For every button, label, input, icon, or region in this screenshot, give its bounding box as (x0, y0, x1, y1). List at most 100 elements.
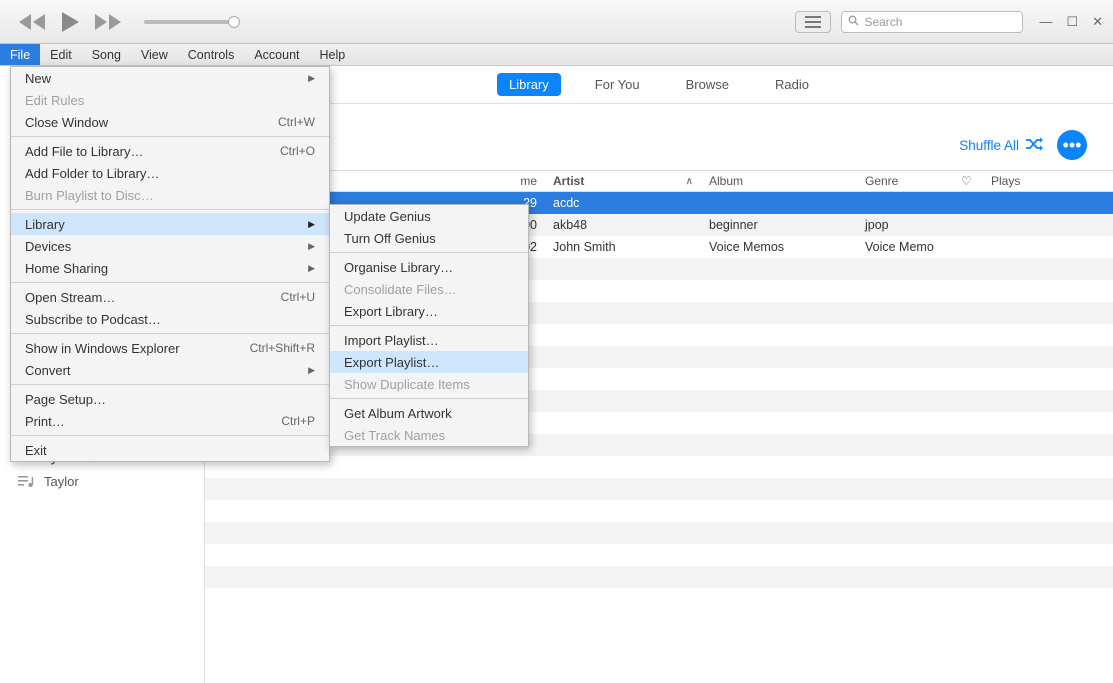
previous-track-icon[interactable] (18, 13, 46, 31)
menu-item-import-playlist[interactable]: Import Playlist… (330, 329, 528, 351)
tab-library[interactable]: Library (497, 73, 561, 96)
tab-browse[interactable]: Browse (674, 73, 741, 96)
menu-account[interactable]: Account (244, 44, 309, 65)
menubar: FileEditSongViewControlsAccountHelp (0, 44, 1113, 66)
menu-item-show-in-windows-explorer[interactable]: Show in Windows ExplorerCtrl+Shift+R (11, 337, 329, 359)
column-plays[interactable]: Plays (983, 171, 1043, 191)
playback-controls (18, 11, 122, 33)
volume-slider[interactable] (144, 20, 234, 24)
menu-item-devices[interactable]: Devices▶ (11, 235, 329, 257)
menu-item-subscribe-to-podcast[interactable]: Subscribe to Podcast… (11, 308, 329, 330)
window-controls: — ☐ ✕ (1039, 14, 1103, 30)
titlebar-right: Search — ☐ ✕ (795, 0, 1107, 44)
chevron-right-icon: ▶ (308, 263, 315, 274)
submenu-library: Update GeniusTurn Off Genius Organise Lib… (329, 204, 529, 447)
menu-item-add-file-to-library[interactable]: Add File to Library…Ctrl+O (11, 140, 329, 162)
playlist-header: c minutes Shuffle All ••• (205, 104, 1113, 170)
menu-item-open-stream[interactable]: Open Stream…Ctrl+U (11, 286, 329, 308)
close-icon[interactable]: ✕ (1092, 14, 1103, 30)
chevron-right-icon: ▶ (308, 73, 315, 84)
menu-item-home-sharing[interactable]: Home Sharing▶ (11, 257, 329, 279)
sort-asc-icon: ∧ (686, 176, 693, 187)
menu-item-export-playlist[interactable]: Export Playlist… (330, 351, 528, 373)
menu-item-library[interactable]: Library▶ (11, 213, 329, 235)
menu-separator (11, 209, 329, 210)
tab-radio[interactable]: Radio (763, 73, 821, 96)
menu-item-exit[interactable]: Exit (11, 439, 329, 461)
table-row (205, 544, 1113, 566)
column-loved[interactable]: ♡ (953, 171, 983, 191)
menu-separator (11, 282, 329, 283)
menu-item-update-genius[interactable]: Update Genius (330, 205, 528, 227)
titlebar: Search — ☐ ✕ (0, 0, 1113, 44)
minimize-icon[interactable]: — (1039, 14, 1052, 30)
chevron-right-icon: ▶ (308, 241, 315, 252)
ellipsis-icon: ••• (1063, 135, 1082, 156)
cell-album: Voice Memos (701, 240, 857, 254)
heart-icon: ♡ (961, 174, 972, 188)
menu-item-organise-library[interactable]: Organise Library… (330, 256, 528, 278)
search-placeholder: Search (864, 15, 902, 29)
table-row (205, 566, 1113, 588)
chevron-right-icon: ▶ (308, 219, 315, 230)
column-album[interactable]: Album (701, 171, 857, 191)
table-row (205, 522, 1113, 544)
play-icon[interactable] (60, 11, 80, 33)
menu-help[interactable]: Help (310, 44, 356, 65)
menu-song[interactable]: Song (82, 44, 131, 65)
menu-controls[interactable]: Controls (178, 44, 245, 65)
menu-item-get-album-artwork[interactable]: Get Album Artwork (330, 402, 528, 424)
cell-genre: jpop (857, 218, 953, 232)
menu-item-show-duplicate-items: Show Duplicate Items (330, 373, 528, 395)
column-artist[interactable]: Artist ∧ (545, 171, 701, 191)
menu-item-print[interactable]: Print…Ctrl+P (11, 410, 329, 432)
menu-separator (330, 325, 528, 326)
menu-file[interactable]: File (0, 44, 40, 65)
menu-item-burn-playlist-to-disc: Burn Playlist to Disc… (11, 184, 329, 206)
cell-artist: akb48 (545, 218, 701, 232)
menu-separator (330, 398, 528, 399)
menu-edit[interactable]: Edit (40, 44, 82, 65)
cell-album: beginner (701, 218, 857, 232)
menu-separator (330, 252, 528, 253)
menu-item-page-setup[interactable]: Page Setup… (11, 388, 329, 410)
menu-view[interactable]: View (131, 44, 178, 65)
table-row (205, 456, 1113, 478)
search-input[interactable]: Search (841, 11, 1023, 33)
menu-item-consolidate-files: Consolidate Files… (330, 278, 528, 300)
table-row (205, 500, 1113, 522)
column-genre[interactable]: Genre (857, 171, 953, 191)
list-view-button[interactable] (795, 11, 831, 33)
playlist-icon (18, 475, 34, 488)
menu-item-close-window[interactable]: Close WindowCtrl+W (11, 111, 329, 133)
shuffle-label: Shuffle All (959, 138, 1019, 153)
menu-item-convert[interactable]: Convert▶ (11, 359, 329, 381)
menu-item-add-folder-to-library[interactable]: Add Folder to Library… (11, 162, 329, 184)
menu-item-new[interactable]: New▶ (11, 67, 329, 89)
shuffle-icon (1025, 137, 1043, 154)
menu-file: New▶Edit RulesClose WindowCtrl+W Add File… (10, 66, 330, 462)
chevron-right-icon: ▶ (308, 365, 315, 376)
menu-item-get-track-names: Get Track Names (330, 424, 528, 446)
shuffle-all-button[interactable]: Shuffle All (959, 137, 1043, 154)
tab-for-you[interactable]: For You (583, 73, 652, 96)
more-actions-button[interactable]: ••• (1057, 130, 1087, 160)
top-nav: Library For You Browse Radio (205, 66, 1113, 104)
menu-separator (11, 333, 329, 334)
cell-artist: acdc (545, 196, 701, 210)
menu-separator (11, 384, 329, 385)
table-row (205, 478, 1113, 500)
cell-genre: Voice Memo (857, 240, 953, 254)
search-icon (848, 15, 859, 29)
sidebar-item-taylor[interactable]: Taylor (0, 469, 204, 494)
sidebar-item-label: Taylor (44, 474, 79, 489)
menu-item-export-library[interactable]: Export Library… (330, 300, 528, 322)
menu-separator (11, 136, 329, 137)
next-track-icon[interactable] (94, 13, 122, 31)
menu-item-turn-off-genius[interactable]: Turn Off Genius (330, 227, 528, 249)
cell-artist: John Smith (545, 240, 701, 254)
menu-separator (11, 435, 329, 436)
maximize-icon[interactable]: ☐ (1066, 14, 1078, 30)
menu-item-edit-rules: Edit Rules (11, 89, 329, 111)
table-header: me Artist ∧ Album Genre ♡ Plays (205, 170, 1113, 192)
